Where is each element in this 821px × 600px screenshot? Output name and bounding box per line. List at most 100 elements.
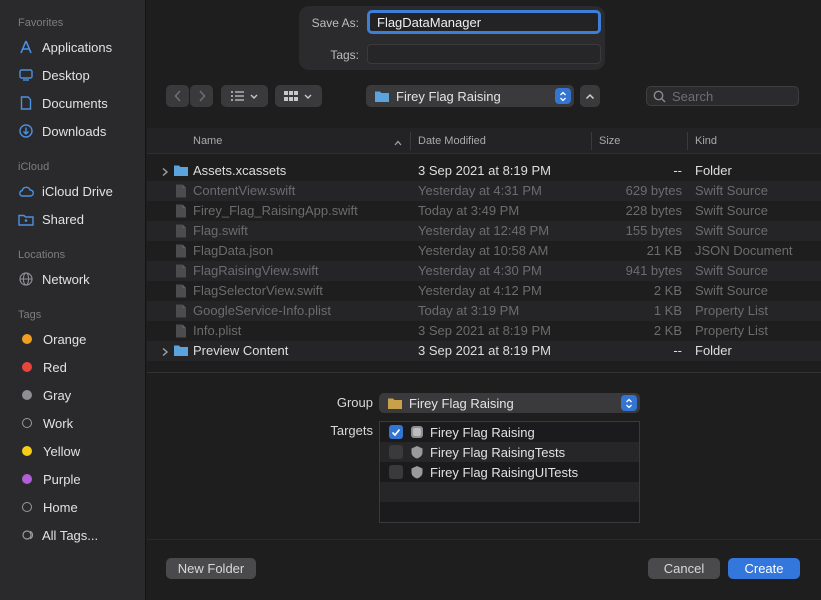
empty-row — [380, 482, 639, 502]
cancel-button[interactable]: Cancel — [648, 558, 720, 579]
disclosure-triangle-icon[interactable] — [161, 165, 171, 177]
list-view-button[interactable] — [221, 85, 268, 107]
sidebar-item-documents[interactable]: Documents — [18, 92, 108, 114]
file-row[interactable]: Flag.swift Yesterday at 12:48 PM 155 bytes… — [147, 221, 821, 241]
tags-label: Tags: — [330, 48, 359, 62]
sidebar-item-label: Purple — [43, 471, 81, 487]
create-button[interactable]: Create — [728, 558, 800, 579]
file-name: Assets.xcassets — [193, 163, 287, 178]
forward-button[interactable] — [190, 85, 213, 107]
updown-chevron-icon — [555, 88, 571, 104]
sidebar-item-applications[interactable]: Applications — [18, 36, 112, 58]
chevron-up-icon — [585, 93, 595, 99]
file-date: 3 Sep 2021 at 8:19 PM — [418, 163, 551, 178]
sidebar-item-desktop[interactable]: Desktop — [18, 64, 90, 86]
sidebar-tag-orange[interactable]: Orange — [18, 328, 86, 350]
location-value: Firey Flag Raising — [396, 88, 501, 104]
sidebar-tag-home[interactable]: Home — [18, 496, 78, 518]
file-size: 21 KB — [646, 243, 682, 258]
chevron-right-icon — [198, 90, 206, 102]
search-placeholder: Search — [672, 88, 714, 104]
grid-view-button[interactable] — [275, 85, 322, 107]
sidebar-item-label: Red — [43, 359, 67, 375]
updown-chevron-icon — [621, 395, 637, 411]
file-name: FlagSelectorView.swift — [193, 283, 323, 298]
sidebar-item-label: Shared — [42, 211, 84, 227]
checkmark-icon — [391, 428, 401, 436]
file-row[interactable]: FlagSelectorView.swift Yesterday at 4:12 … — [147, 281, 821, 301]
desktop-icon — [18, 67, 34, 83]
file-size: 1 KB — [653, 303, 682, 318]
new-folder-button[interactable]: New Folder — [166, 558, 256, 579]
target-row[interactable]: Firey Flag Raising — [380, 422, 639, 442]
search-field[interactable]: Search — [646, 86, 799, 106]
group-popup[interactable]: Firey Flag Raising — [379, 393, 640, 413]
column-header-name[interactable]: Name — [193, 135, 222, 147]
sidebar-tag-work[interactable]: Work — [18, 412, 73, 434]
file-row[interactable]: GoogleService-Info.plist Today at 3:19 PM… — [147, 301, 821, 321]
save-as-input[interactable] — [367, 10, 601, 34]
sidebar: Favorites Applications Desktop Documents… — [0, 0, 146, 600]
globe-icon — [18, 271, 34, 287]
sidebar-tag-red[interactable]: Red — [18, 356, 67, 378]
file-kind: Swift Source — [695, 183, 768, 198]
file-size: 629 bytes — [625, 183, 682, 198]
gray-tag-icon — [22, 390, 32, 400]
file-date: 3 Sep 2021 at 8:19 PM — [418, 343, 551, 358]
file-name: ContentView.swift — [193, 183, 296, 198]
column-header-kind[interactable]: Kind — [695, 135, 717, 147]
column-divider — [591, 132, 592, 150]
sidebar-tag-yellow[interactable]: Yellow — [18, 440, 80, 462]
file-date: Yesterday at 4:12 PM — [418, 283, 542, 298]
target-checkbox[interactable] — [389, 465, 403, 479]
document-icon — [175, 244, 191, 258]
file-row[interactable]: FlagRaisingView.swift Yesterday at 4:30 P… — [147, 261, 821, 281]
group-label: Group — [336, 395, 373, 410]
file-name: Info.plist — [193, 323, 242, 338]
file-name: Preview Content — [193, 343, 289, 358]
folder-icon — [173, 344, 189, 358]
file-kind: JSON Document — [695, 243, 793, 258]
folder-icon — [173, 164, 189, 178]
chevron-left-icon — [173, 90, 181, 102]
file-size: 941 bytes — [625, 263, 682, 278]
red-tag-icon — [22, 362, 32, 372]
target-checkbox[interactable] — [389, 445, 403, 459]
test-target-icon — [410, 445, 424, 459]
sidebar-item-shared[interactable]: Shared — [18, 208, 84, 230]
folder-row[interactable]: Assets.xcassets 3 Sep 2021 at 8:19 PM -- Fo… — [147, 161, 821, 181]
grid-view-icon — [283, 91, 311, 101]
folder-icon — [375, 91, 389, 102]
target-row[interactable]: Firey Flag RaisingTests — [380, 442, 639, 462]
column-header-size[interactable]: Size — [599, 135, 620, 147]
sort-ascending-icon — [394, 137, 402, 149]
file-date: Today at 3:49 PM — [418, 203, 520, 218]
back-button[interactable] — [166, 85, 189, 107]
sidebar-item-network[interactable]: Network — [18, 268, 90, 290]
disclosure-triangle-icon[interactable] — [161, 345, 171, 357]
sidebar-tag-purple[interactable]: Purple — [18, 468, 81, 490]
file-kind: Property List — [695, 303, 768, 318]
folder-icon — [388, 398, 402, 409]
location-popup[interactable]: Firey Flag Raising — [366, 85, 574, 107]
folder-row[interactable]: Preview Content 3 Sep 2021 at 8:19 PM -- Fo… — [147, 341, 821, 361]
file-row[interactable]: ContentView.swift Yesterday at 4:31 PM 629… — [147, 181, 821, 201]
tags-field[interactable] — [367, 44, 601, 64]
sidebar-item-downloads[interactable]: Downloads — [18, 120, 106, 142]
sidebar-item-icloud-drive[interactable]: iCloud Drive — [18, 180, 113, 202]
column-header-date[interactable]: Date Modified — [418, 135, 486, 147]
file-row[interactable]: Firey_Flag_RaisingApp.swift Today at 3:49… — [147, 201, 821, 221]
file-size: 2 KB — [653, 323, 682, 338]
file-date: Yesterday at 12:48 PM — [418, 223, 550, 238]
sidebar-all-tags[interactable]: All Tags... — [18, 524, 98, 546]
file-row[interactable]: FlagData.json Yesterday at 10:58 AM 21 KB J… — [147, 241, 821, 261]
target-row[interactable]: Firey Flag RaisingUITests — [380, 462, 639, 482]
collapse-button[interactable] — [580, 85, 600, 107]
test-target-icon — [410, 465, 424, 479]
sidebar-tag-gray[interactable]: Gray — [18, 384, 71, 406]
file-row[interactable]: Info.plist 3 Sep 2021 at 8:19 PM 2 KB Prope… — [147, 321, 821, 341]
column-divider — [687, 132, 688, 150]
target-checkbox[interactable] — [389, 425, 403, 439]
document-icon — [175, 304, 191, 318]
list-view-icon — [230, 91, 257, 101]
